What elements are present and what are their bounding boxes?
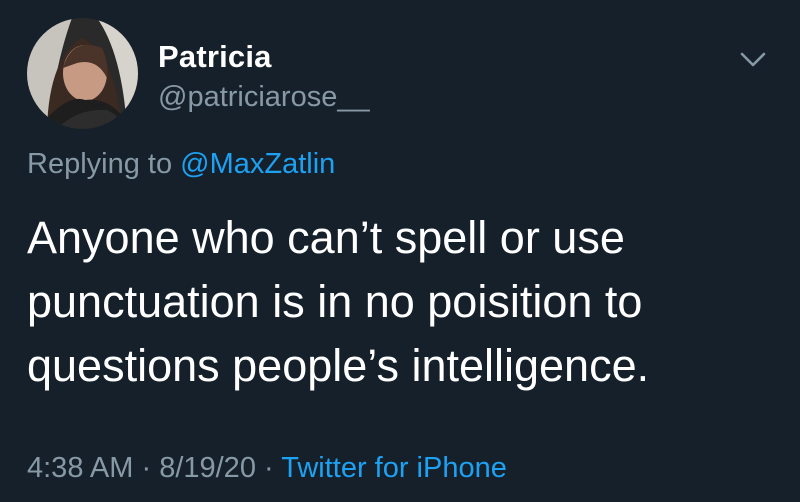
meta-separator: · [255,452,282,484]
tweet-metadata: 4:38 AM · 8/19/20 · Twitter for iPhone [27,452,507,485]
tweet-text-line: Anyone who can’t spell or use [27,212,625,263]
tweet-time[interactable]: 4:38 AM [27,452,133,484]
display-name[interactable]: Patricia [158,39,272,75]
tweet-text-line: punctuation is in no poisition to [27,276,643,327]
avatar[interactable] [27,18,138,129]
replying-to-label: Replying to [27,148,181,180]
tweet: Patricia @patriciarose__ Replying to @Ma… [0,0,800,502]
tweet-text-line: questions people’s intelligence. [27,340,650,391]
chevron-down-icon[interactable] [738,48,768,70]
tweet-date[interactable]: 8/19/20 [159,452,256,484]
tweet-source-link[interactable]: Twitter for iPhone [281,452,507,484]
avatar-image [27,18,138,129]
meta-separator: · [133,452,160,484]
reply-mention-link[interactable]: @MaxZatlin [180,148,335,180]
tweet-text: Anyone who can’t spell or use punctuatio… [27,206,767,398]
user-handle[interactable]: @patriciarose__ [158,81,370,114]
replying-to: Replying to @MaxZatlin [27,148,335,181]
